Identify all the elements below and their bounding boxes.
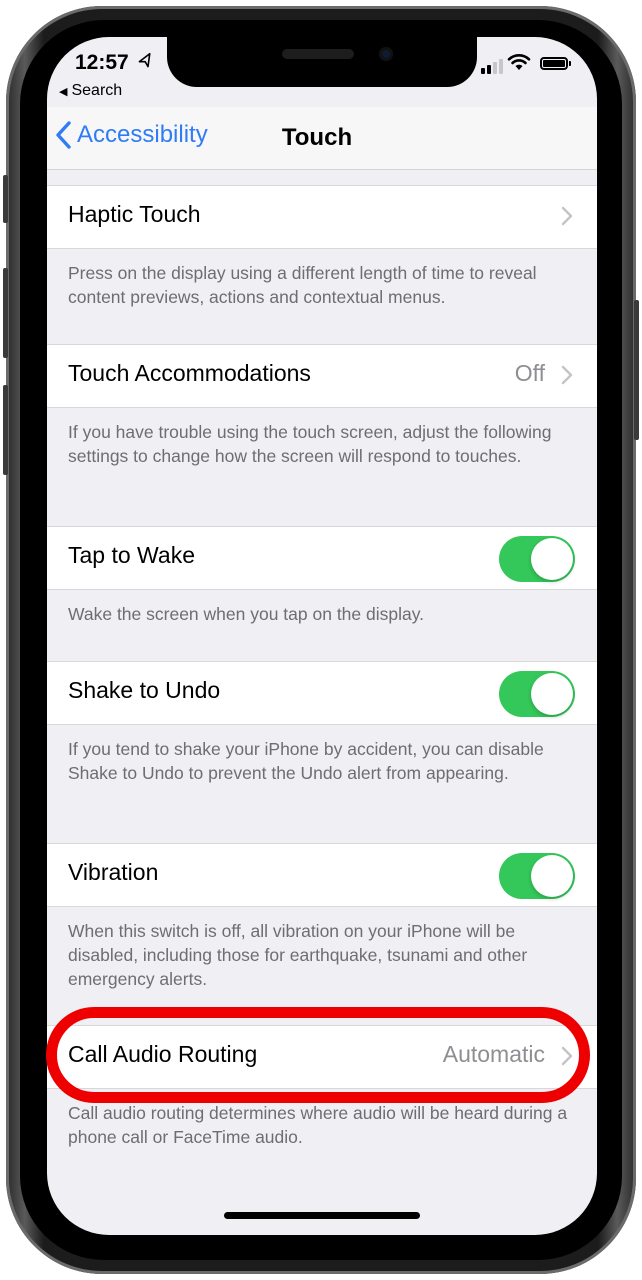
row-label: Touch Accommodations [68, 360, 311, 386]
row-vibration: Vibration [47, 843, 597, 907]
row-footer: When this switch is off, all vibration o… [68, 921, 528, 989]
row-footer: Press on the display using a different l… [68, 263, 537, 307]
volume-up-button [3, 268, 8, 358]
row-label: Vibration [68, 859, 159, 885]
toggle-knob [531, 855, 573, 897]
toggle-knob [531, 538, 573, 580]
row-touch-accommodations[interactable]: Touch Accommodations Off [47, 344, 597, 408]
location-arrow-icon [137, 52, 155, 73]
status-time: 12:57 [75, 51, 129, 74]
volume-down-button [3, 385, 8, 475]
battery-tip [569, 61, 571, 66]
back-app-label: Search [71, 82, 123, 99]
tap-to-wake-toggle[interactable] [499, 536, 575, 582]
row-footer: Wake the screen when you tap on the disp… [68, 604, 425, 624]
shake-to-undo-toggle[interactable] [499, 671, 575, 717]
row-tap-to-wake: Tap to Wake [47, 526, 597, 590]
row-footer: If you have trouble using the touch scre… [68, 422, 552, 466]
side-button [634, 300, 639, 440]
cellular-signal-icon [481, 59, 503, 74]
notch [167, 37, 477, 87]
row-footer: If you tend to shake your iPhone by acci… [68, 739, 544, 783]
wifi-icon [507, 53, 531, 76]
row-footer: Call audio routing determines where audi… [68, 1103, 568, 1147]
mute-switch [3, 175, 8, 223]
battery-icon [540, 57, 568, 70]
page-title-text: Touch [281, 124, 353, 151]
highlight-annotation-oval [46, 1007, 590, 1103]
vibration-toggle[interactable] [499, 853, 575, 899]
row-haptic-touch[interactable]: Haptic Touch [47, 185, 597, 249]
toggle-knob [531, 673, 573, 715]
earpiece-speaker [282, 49, 354, 59]
row-label: Shake to Undo [68, 677, 221, 703]
row-label: Haptic Touch [68, 201, 201, 227]
chevron-right-icon [561, 365, 573, 385]
navigation-bar: Accessibility Touch [47, 107, 597, 170]
row-shake-to-undo: Shake to Undo [47, 661, 597, 725]
home-indicator[interactable] [224, 1212, 420, 1219]
row-value: Off [514, 360, 545, 386]
back-triangle-icon: ◀ [59, 86, 68, 98]
back-to-app-link[interactable]: ◀ Search [59, 82, 122, 100]
page-title: Touch [47, 124, 597, 152]
chevron-right-icon [561, 206, 573, 226]
row-label: Tap to Wake [68, 542, 195, 568]
front-camera [379, 47, 393, 61]
